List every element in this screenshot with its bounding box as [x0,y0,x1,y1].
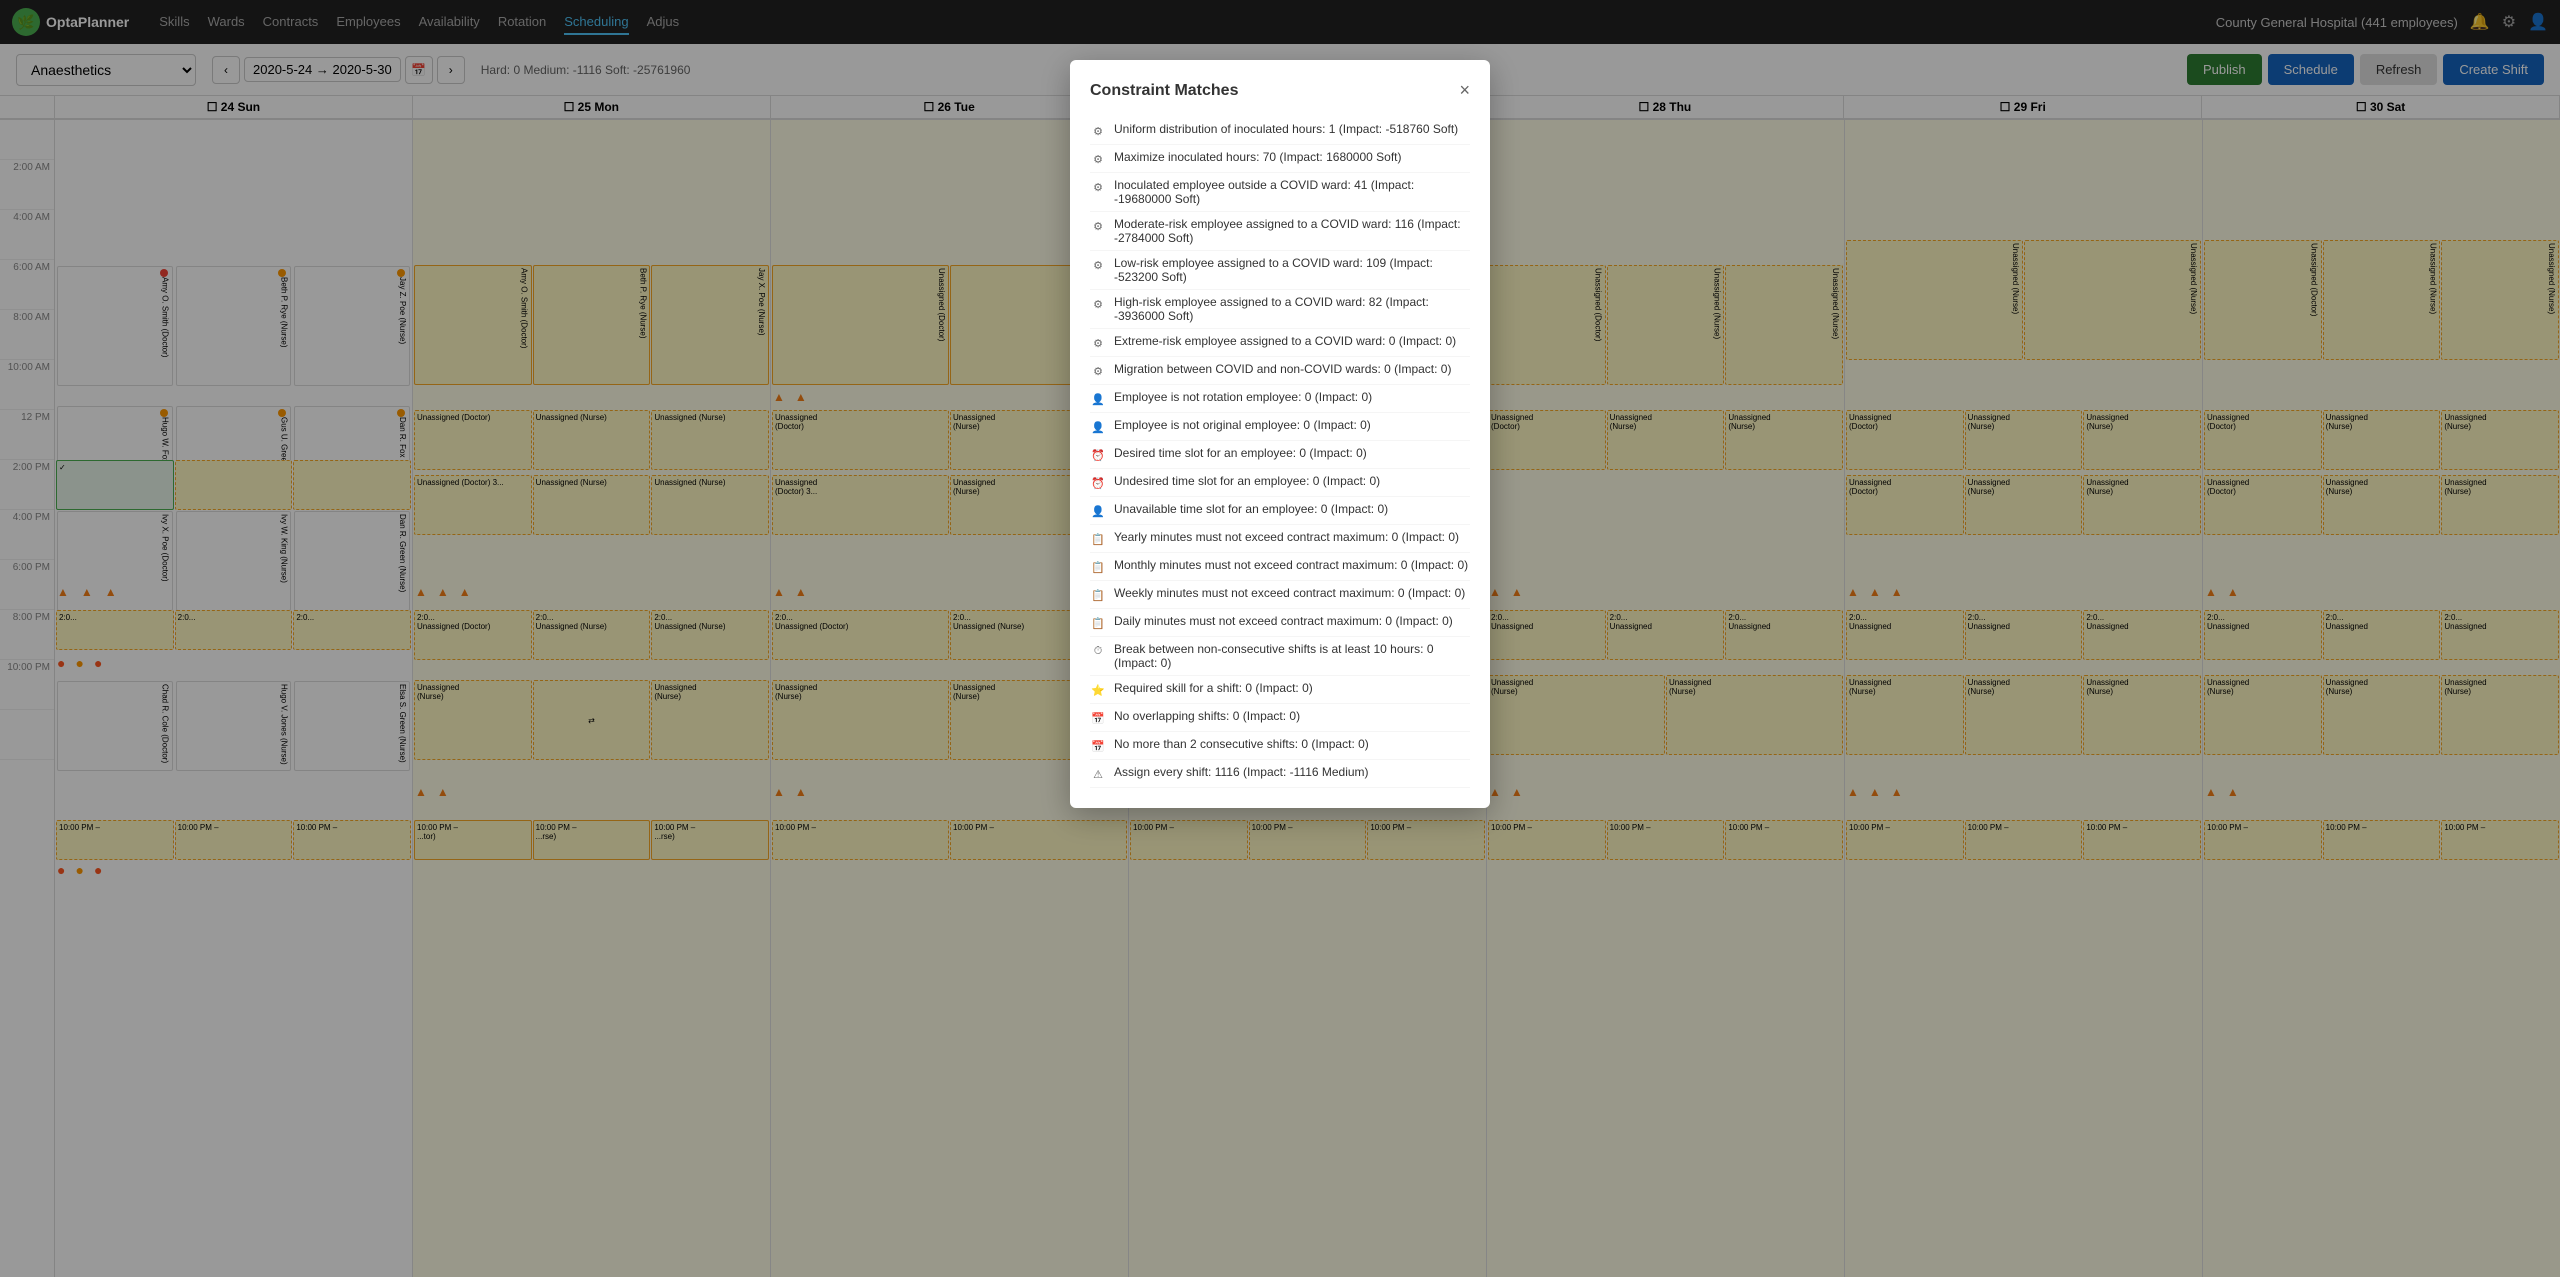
constraint-item-17: ⏱ Break between non-consecutive shifts is… [1090,637,1470,676]
constraint-icon-3: ⚙ [1090,218,1106,234]
constraint-text-9: Employee is not original employee: 0 (Im… [1114,418,1371,432]
modal-header: Constraint Matches × [1090,80,1470,101]
constraint-icon-9: 👤 [1090,419,1106,435]
constraint-text-20: No more than 2 consecutive shifts: 0 (Im… [1114,737,1369,751]
constraint-text-19: No overlapping shifts: 0 (Impact: 0) [1114,709,1300,723]
constraint-item-5: ⚙ High-risk employee assigned to a COVID … [1090,290,1470,329]
constraint-icon-18: ⭐ [1090,682,1106,698]
constraint-item-20: 📅 No more than 2 consecutive shifts: 0 (I… [1090,732,1470,760]
constraint-list: ⚙ Uniform distribution of inoculated hour… [1090,117,1470,788]
constraint-text-16: Daily minutes must not exceed contract m… [1114,614,1453,628]
constraint-item-15: 📋 Weekly minutes must not exceed contract… [1090,581,1470,609]
constraint-item-8: 👤 Employee is not rotation employee: 0 (I… [1090,385,1470,413]
constraint-item-16: 📋 Daily minutes must not exceed contract … [1090,609,1470,637]
constraint-text-11: Undesired time slot for an employee: 0 (… [1114,474,1380,488]
constraint-item-13: 📋 Yearly minutes must not exceed contract… [1090,525,1470,553]
constraint-text-17: Break between non-consecutive shifts is … [1114,642,1470,670]
constraint-text-3: Moderate-risk employee assigned to a COV… [1114,217,1470,245]
constraint-text-6: Extreme-risk employee assigned to a COVI… [1114,334,1456,348]
constraint-text-2: Inoculated employee outside a COVID ward… [1114,178,1470,206]
constraint-icon-20: 📅 [1090,738,1106,754]
constraint-icon-5: ⚙ [1090,296,1106,312]
constraint-modal: Constraint Matches × ⚙ Uniform distributi… [1070,60,1490,808]
constraint-icon-0: ⚙ [1090,123,1106,139]
constraint-item-1: ⚙ Maximize inoculated hours: 70 (Impact: … [1090,145,1470,173]
constraint-item-18: ⭐ Required skill for a shift: 0 (Impact: … [1090,676,1470,704]
constraint-icon-11: ⏰ [1090,475,1106,491]
constraint-icon-19: 📅 [1090,710,1106,726]
constraint-item-21: ⚠ Assign every shift: 1116 (Impact: -1116… [1090,760,1470,788]
constraint-item-6: ⚙ Extreme-risk employee assigned to a COV… [1090,329,1470,357]
constraint-icon-17: ⏱ [1090,643,1106,659]
constraint-icon-6: ⚙ [1090,335,1106,351]
constraint-item-9: 👤 Employee is not original employee: 0 (I… [1090,413,1470,441]
constraint-icon-16: 📋 [1090,615,1106,631]
constraint-text-13: Yearly minutes must not exceed contract … [1114,530,1459,544]
constraint-icon-2: ⚙ [1090,179,1106,195]
constraint-text-14: Monthly minutes must not exceed contract… [1114,558,1468,572]
constraint-text-12: Unavailable time slot for an employee: 0… [1114,502,1388,516]
constraint-text-0: Uniform distribution of inoculated hours… [1114,122,1458,136]
constraint-item-2: ⚙ Inoculated employee outside a COVID war… [1090,173,1470,212]
constraint-text-18: Required skill for a shift: 0 (Impact: 0… [1114,681,1313,695]
constraint-item-0: ⚙ Uniform distribution of inoculated hour… [1090,117,1470,145]
constraint-text-8: Employee is not rotation employee: 0 (Im… [1114,390,1372,404]
constraint-text-4: Low-risk employee assigned to a COVID wa… [1114,256,1470,284]
constraint-item-7: ⚙ Migration between COVID and non-COVID w… [1090,357,1470,385]
modal-title: Constraint Matches [1090,82,1238,100]
constraint-text-7: Migration between COVID and non-COVID wa… [1114,362,1451,376]
constraint-item-3: ⚙ Moderate-risk employee assigned to a CO… [1090,212,1470,251]
constraint-text-1: Maximize inoculated hours: 70 (Impact: 1… [1114,150,1401,164]
constraint-item-19: 📅 No overlapping shifts: 0 (Impact: 0) [1090,704,1470,732]
modal-overlay[interactable]: Constraint Matches × ⚙ Uniform distributi… [0,0,2560,1277]
modal-close-button[interactable]: × [1459,80,1470,101]
constraint-icon-8: 👤 [1090,391,1106,407]
constraint-icon-1: ⚙ [1090,151,1106,167]
constraint-icon-4: ⚙ [1090,257,1106,273]
constraint-item-4: ⚙ Low-risk employee assigned to a COVID w… [1090,251,1470,290]
constraint-icon-7: ⚙ [1090,363,1106,379]
constraint-icon-21: ⚠ [1090,766,1106,782]
constraint-icon-15: 📋 [1090,587,1106,603]
constraint-icon-14: 📋 [1090,559,1106,575]
constraint-item-14: 📋 Monthly minutes must not exceed contrac… [1090,553,1470,581]
constraint-text-10: Desired time slot for an employee: 0 (Im… [1114,446,1367,460]
constraint-icon-13: 📋 [1090,531,1106,547]
constraint-text-21: Assign every shift: 1116 (Impact: -1116 … [1114,765,1369,779]
constraint-item-11: ⏰ Undesired time slot for an employee: 0 … [1090,469,1470,497]
constraint-text-15: Weekly minutes must not exceed contract … [1114,586,1465,600]
constraint-icon-12: 👤 [1090,503,1106,519]
constraint-icon-10: ⏰ [1090,447,1106,463]
constraint-text-5: High-risk employee assigned to a COVID w… [1114,295,1470,323]
constraint-item-10: ⏰ Desired time slot for an employee: 0 (I… [1090,441,1470,469]
constraint-item-12: 👤 Unavailable time slot for an employee: … [1090,497,1470,525]
